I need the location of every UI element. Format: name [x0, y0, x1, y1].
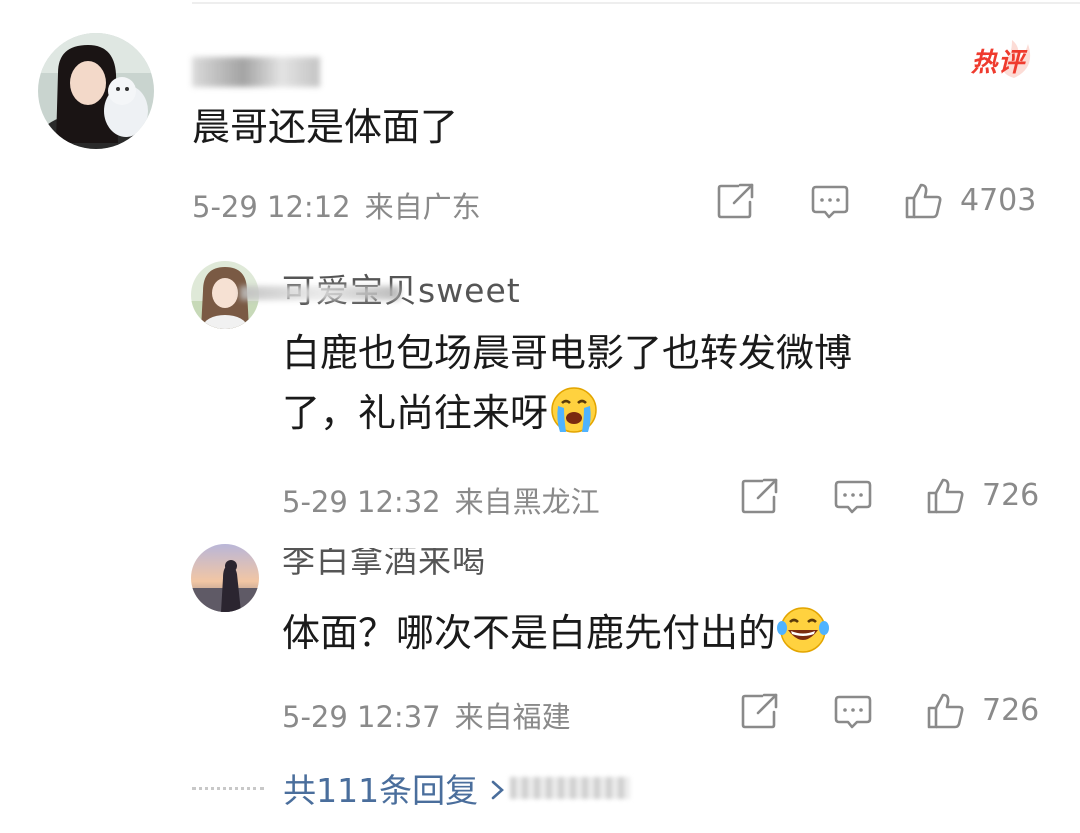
thumbs-up-icon[interactable]	[926, 692, 966, 730]
username-blur-overlay	[240, 286, 400, 300]
avatar[interactable]	[38, 33, 154, 149]
blur-overlay	[510, 777, 631, 799]
comment-location: 来自黑龙江	[454, 485, 600, 519]
thumbs-up-icon[interactable]	[926, 477, 966, 515]
username[interactable]	[192, 50, 320, 89]
comment-text: 体面？哪次不是白鹿先付出的	[282, 606, 830, 668]
share-icon[interactable]	[740, 477, 780, 515]
comment-time: 5-29 12:32	[282, 485, 441, 519]
like-count: 726	[982, 478, 1040, 513]
thumbs-up-icon[interactable]	[904, 182, 944, 220]
comment-text-content: 体面？哪次不是白鹿先付出的	[282, 611, 777, 655]
comment-text: 晨哥还是体面了	[192, 105, 459, 149]
comment-text-line-content: 了，礼尚往来呀	[282, 391, 549, 435]
comment-text-line-2: 了，礼尚往来呀	[282, 386, 1042, 448]
share-icon[interactable]	[740, 692, 780, 730]
comment-meta: 5-29 12:32 来自黑龙江	[282, 479, 600, 521]
comment-meta: 5-29 12:12 来自广东	[192, 184, 481, 226]
comment-meta: 5-29 12:37 来自福建	[282, 694, 571, 736]
tears-of-joy-face-icon	[776, 606, 830, 668]
hot-comment-badge: 热评	[966, 38, 1036, 82]
crying-face-icon	[548, 386, 600, 448]
comment-location: 来自广东	[364, 190, 481, 224]
like-count: 726	[982, 693, 1040, 728]
comment-time: 5-29 12:12	[192, 190, 351, 224]
dotted-divider	[192, 786, 264, 790]
avatar[interactable]	[191, 544, 259, 612]
comment-icon[interactable]	[833, 479, 873, 515]
comment-text: 白鹿也包场晨哥电影了也转发微博 了，礼尚往来呀	[282, 326, 1042, 448]
comment-time: 5-29 12:37	[282, 700, 441, 734]
username[interactable]: 李白拿酒来喝	[282, 548, 486, 578]
comment-location: 来自福建	[454, 700, 571, 734]
more-replies-link[interactable]: 共111条回复	[283, 771, 478, 810]
username-blurred	[192, 56, 320, 87]
comment-icon[interactable]	[810, 184, 850, 220]
hot-badge-label: 热评	[971, 48, 1026, 78]
comment-icon[interactable]	[833, 694, 873, 730]
top-divider	[192, 2, 1080, 4]
share-icon[interactable]	[716, 182, 756, 220]
like-count: 4703	[960, 183, 1037, 218]
comment-text-line: 白鹿也包场晨哥电影了也转发微博	[282, 331, 853, 375]
more-replies-row[interactable]: 共111条回复	[192, 764, 631, 814]
